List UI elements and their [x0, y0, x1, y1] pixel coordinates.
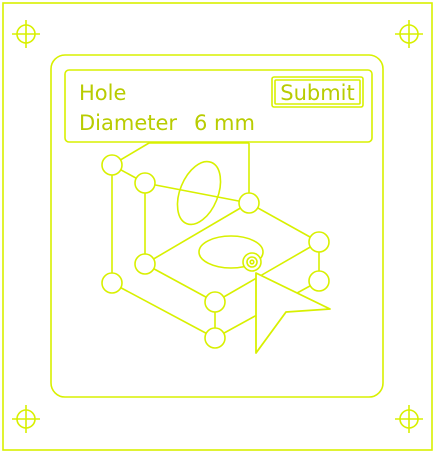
submit-button[interactable]: Submit	[271, 76, 364, 108]
diameter-value[interactable]: 6 mm	[194, 111, 255, 135]
crosshair-icon	[395, 405, 423, 433]
submit-button-label: Submit	[280, 81, 355, 105]
crosshair-icon	[395, 20, 423, 48]
crosshair-icon	[12, 405, 40, 433]
crosshair-icon	[12, 20, 40, 48]
diameter-label: Diameter	[79, 111, 177, 135]
panel-title: Hole	[79, 81, 126, 105]
hole-dimension-diagram: Hole Diameter 6 mm Submit	[2, 2, 433, 451]
target-icon	[242, 252, 262, 272]
